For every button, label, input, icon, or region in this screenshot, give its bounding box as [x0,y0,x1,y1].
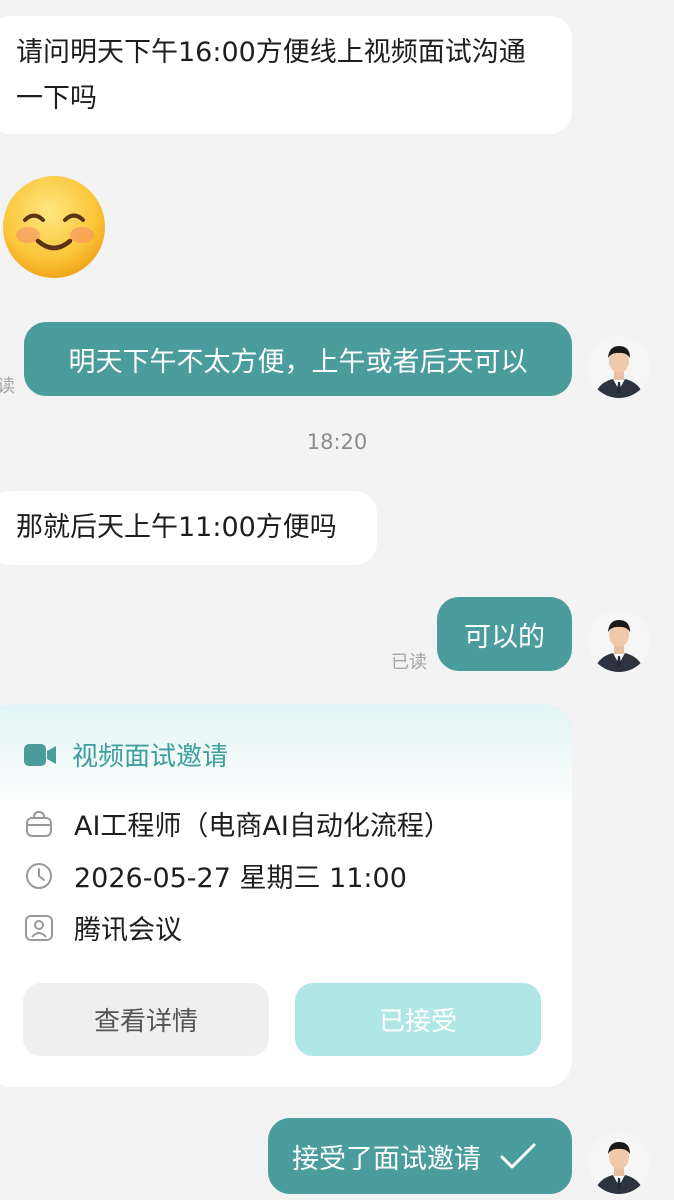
datetime-text: 2026-05-27 星期三 11:00 [74,863,407,894]
position-text: AI工程师（电商AI自动化流程） [74,811,451,842]
avatar[interactable] [588,336,650,398]
accepted-button[interactable]: 已接受 [295,983,541,1056]
avatar[interactable] [588,1132,650,1194]
message-text: 可以的 [464,621,545,653]
message-text: 接受了面试邀请 [292,1143,481,1175]
checkmark-icon [500,1143,536,1169]
incoming-message-bubble[interactable]: 那就后天上午11:00方便吗 [0,491,377,565]
outgoing-message-bubble[interactable]: 明天下午不太方便，上午或者后天可以 [24,322,572,396]
position-row: AI工程师（电商AI自动化流程） [24,804,451,843]
read-status: 读 [0,376,15,397]
message-text: 那就后天上午11:00方便吗 [16,512,337,543]
avatar-image [588,610,650,672]
card-title: 视频面试邀请 [72,742,229,772]
view-details-button[interactable]: 查看详情 [23,983,269,1056]
interview-invite-card[interactable]: 视频面试邀请 AI工程师（电商AI自动化流程） 2026-05-27 星期三 1… [0,704,572,1087]
timestamp: 18:20 [306,430,368,454]
avatar-image [588,1132,650,1194]
message-text: 请问明天下午16:00方便线上视频面试沟通一下吗 [16,37,526,114]
video-camera-icon [24,743,56,766]
outgoing-message-bubble[interactable]: 可以的 [437,597,572,671]
outgoing-message-bubble[interactable]: 接受了面试邀请 [268,1118,572,1194]
briefcase-icon [26,810,52,837]
clock-icon [26,862,52,889]
platform-row: 腾讯会议 [24,908,182,947]
datetime-row: 2026-05-27 星期三 11:00 [24,856,407,895]
user-card-icon [25,914,53,941]
read-status: 已读 [391,652,427,673]
message-text: 明天下午不太方便，上午或者后天可以 [68,346,528,378]
avatar[interactable] [588,610,650,672]
smiling-face-icon [3,176,105,278]
incoming-message-bubble[interactable]: 请问明天下午16:00方便线上视频面试沟通一下吗 [0,16,572,134]
platform-text: 腾讯会议 [74,915,182,946]
avatar-image [588,336,650,398]
card-header: 视频面试邀请 [24,736,228,773]
